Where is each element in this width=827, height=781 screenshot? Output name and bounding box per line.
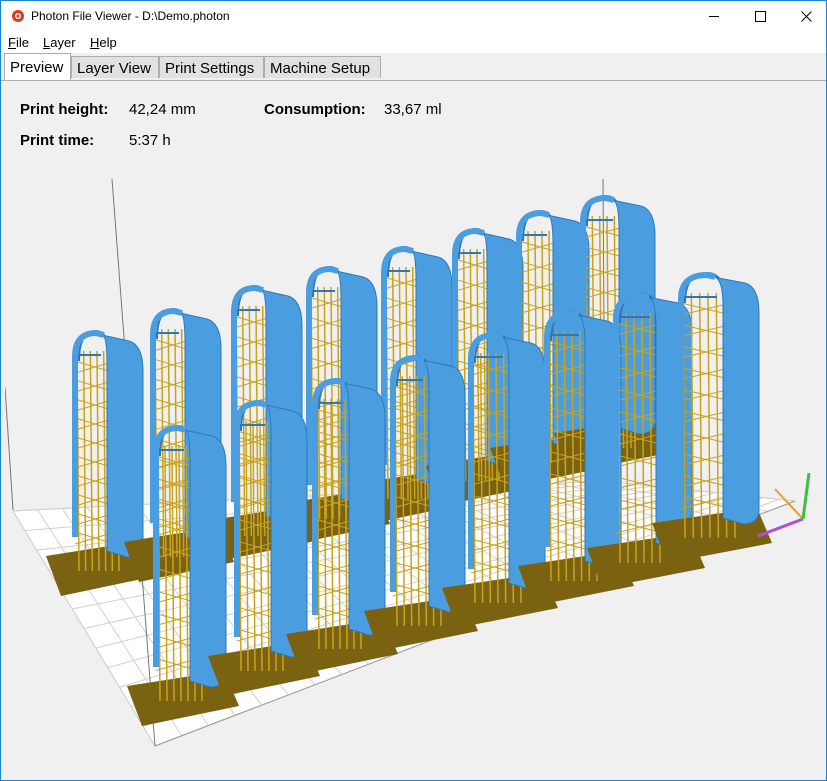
consumption-value: 33,67 ml xyxy=(384,101,442,118)
menu-bar: File Layer Help xyxy=(1,31,826,53)
maximize-button[interactable] xyxy=(737,1,783,31)
title-bar[interactable]: Photon File Viewer - D:\Demo.photon xyxy=(1,1,826,31)
maximize-icon xyxy=(754,10,766,22)
print-time-value: 5:37 h xyxy=(129,132,171,149)
print-height-value: 42,24 mm xyxy=(129,101,196,118)
app-window: Photon File Viewer - D:\Demo.photon File… xyxy=(0,0,827,781)
print-height-label: Print height: xyxy=(20,101,109,118)
tab-layer-view[interactable]: Layer View xyxy=(71,56,159,78)
consumption-label: Consumption: xyxy=(264,101,366,118)
tab-strip: Preview Layer View Print Settings Machin… xyxy=(1,53,826,81)
minimize-icon xyxy=(708,15,719,17)
close-button[interactable] xyxy=(783,1,827,31)
tab-machine-setup[interactable]: Machine Setup xyxy=(264,56,381,78)
window-title: Photon File Viewer - D:\Demo.photon xyxy=(31,9,230,23)
3d-preview-viewport[interactable] xyxy=(5,161,826,778)
menu-layer[interactable]: Layer xyxy=(43,35,76,50)
app-icon xyxy=(12,10,24,22)
menu-file[interactable]: File xyxy=(8,35,29,50)
minimize-button[interactable] xyxy=(691,1,737,31)
close-icon xyxy=(800,10,812,22)
tab-print-settings[interactable]: Print Settings xyxy=(159,56,264,78)
tab-preview[interactable]: Preview xyxy=(4,53,71,80)
print-time-label: Print time: xyxy=(20,132,95,149)
menu-help[interactable]: Help xyxy=(90,35,117,50)
